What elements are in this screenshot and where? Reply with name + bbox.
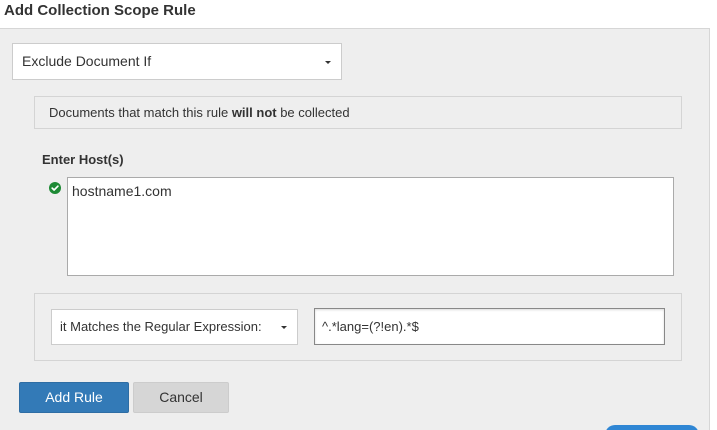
check-circle-icon (49, 182, 61, 194)
dialog-title: Add Collection Scope Rule (4, 2, 196, 19)
caret-down-icon (281, 326, 287, 329)
rule-type-selected-value: Exclude Document If (22, 53, 152, 69)
cancel-button[interactable]: Cancel (133, 382, 229, 413)
add-collection-scope-rule-dialog: Add Collection Scope Rule Exclude Docume… (0, 0, 717, 430)
info-text-bold: will not (231, 105, 277, 120)
condition-selected-value: it Matches the Regular Expression: (60, 319, 262, 334)
caret-down-icon (325, 61, 331, 64)
hosts-label: Enter Host(s) (42, 152, 124, 167)
partial-button[interactable] (605, 425, 699, 430)
rule-info-box: Documents that match this rule will not … (34, 96, 682, 129)
rule-type-select[interactable]: Exclude Document If (12, 43, 342, 80)
info-text-before: Documents that match this rule (49, 105, 232, 120)
add-rule-button[interactable]: Add Rule (19, 382, 129, 413)
hosts-textarea[interactable]: hostname1.com (67, 177, 674, 276)
info-text-after: be collected (276, 105, 350, 120)
regex-input[interactable] (314, 308, 665, 345)
condition-select[interactable]: it Matches the Regular Expression: (51, 309, 298, 345)
